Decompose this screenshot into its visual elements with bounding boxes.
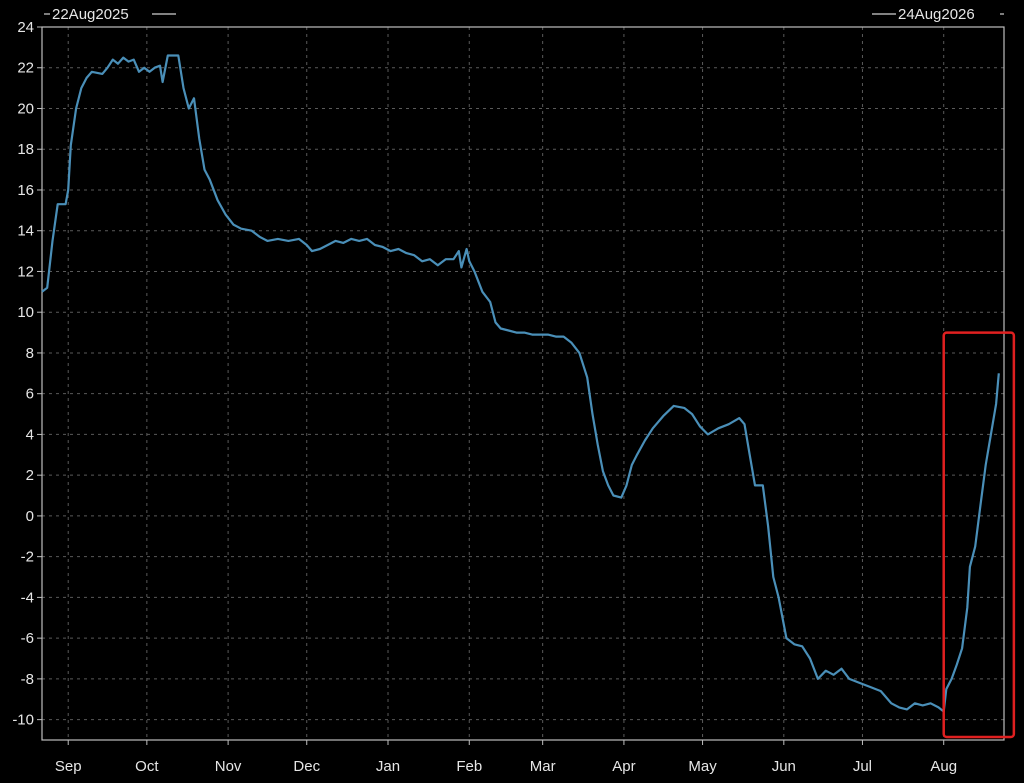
x-tick-label: Dec bbox=[293, 758, 320, 775]
x-tick-label: May bbox=[688, 758, 717, 775]
chart-canvas: 242220181614121086420-2-4-6-8-10 Sep Oct N… bbox=[0, 0, 1024, 783]
y-tick-label: 10 bbox=[17, 304, 34, 321]
start-date-label: 22Aug2025 bbox=[52, 6, 129, 23]
x-tick-label: Jul bbox=[853, 758, 872, 775]
y-tick-label: 22 bbox=[17, 60, 34, 77]
y-tick-label: 8 bbox=[26, 345, 34, 362]
y-tick-label: -4 bbox=[21, 589, 34, 606]
x-tick-label: Apr bbox=[612, 758, 635, 775]
y-tick-label: 18 bbox=[17, 141, 34, 158]
y-tick-label: 2 bbox=[26, 467, 34, 484]
x-tick-label: Oct bbox=[135, 758, 159, 775]
x-tick-label: Jun bbox=[772, 758, 796, 775]
y-tick-label: 16 bbox=[17, 182, 34, 199]
y-tick-label: -2 bbox=[21, 549, 34, 566]
y-tick-label: 20 bbox=[17, 100, 34, 117]
end-date-label: 24Aug2026 bbox=[898, 6, 975, 23]
x-tick-label: Sep bbox=[55, 758, 82, 775]
y-tick-label: 12 bbox=[17, 263, 34, 280]
y-tick-label: 0 bbox=[26, 508, 34, 525]
y-tick-label: -10 bbox=[12, 712, 34, 729]
x-tick-label: Jan bbox=[376, 758, 400, 775]
y-tick-label: 4 bbox=[26, 426, 34, 443]
chart-background bbox=[0, 0, 1024, 783]
x-tick-label: Feb bbox=[456, 758, 482, 775]
x-tick-label: Aug bbox=[930, 758, 957, 775]
x-tick-label: Mar bbox=[530, 758, 556, 775]
y-tick-label: -8 bbox=[21, 671, 34, 688]
y-tick-label: 6 bbox=[26, 386, 34, 403]
y-tick-label: -6 bbox=[21, 630, 34, 647]
y-tick-label: 14 bbox=[17, 223, 34, 240]
y-tick-label: 24 bbox=[17, 19, 34, 36]
x-tick-label: Nov bbox=[215, 758, 242, 775]
